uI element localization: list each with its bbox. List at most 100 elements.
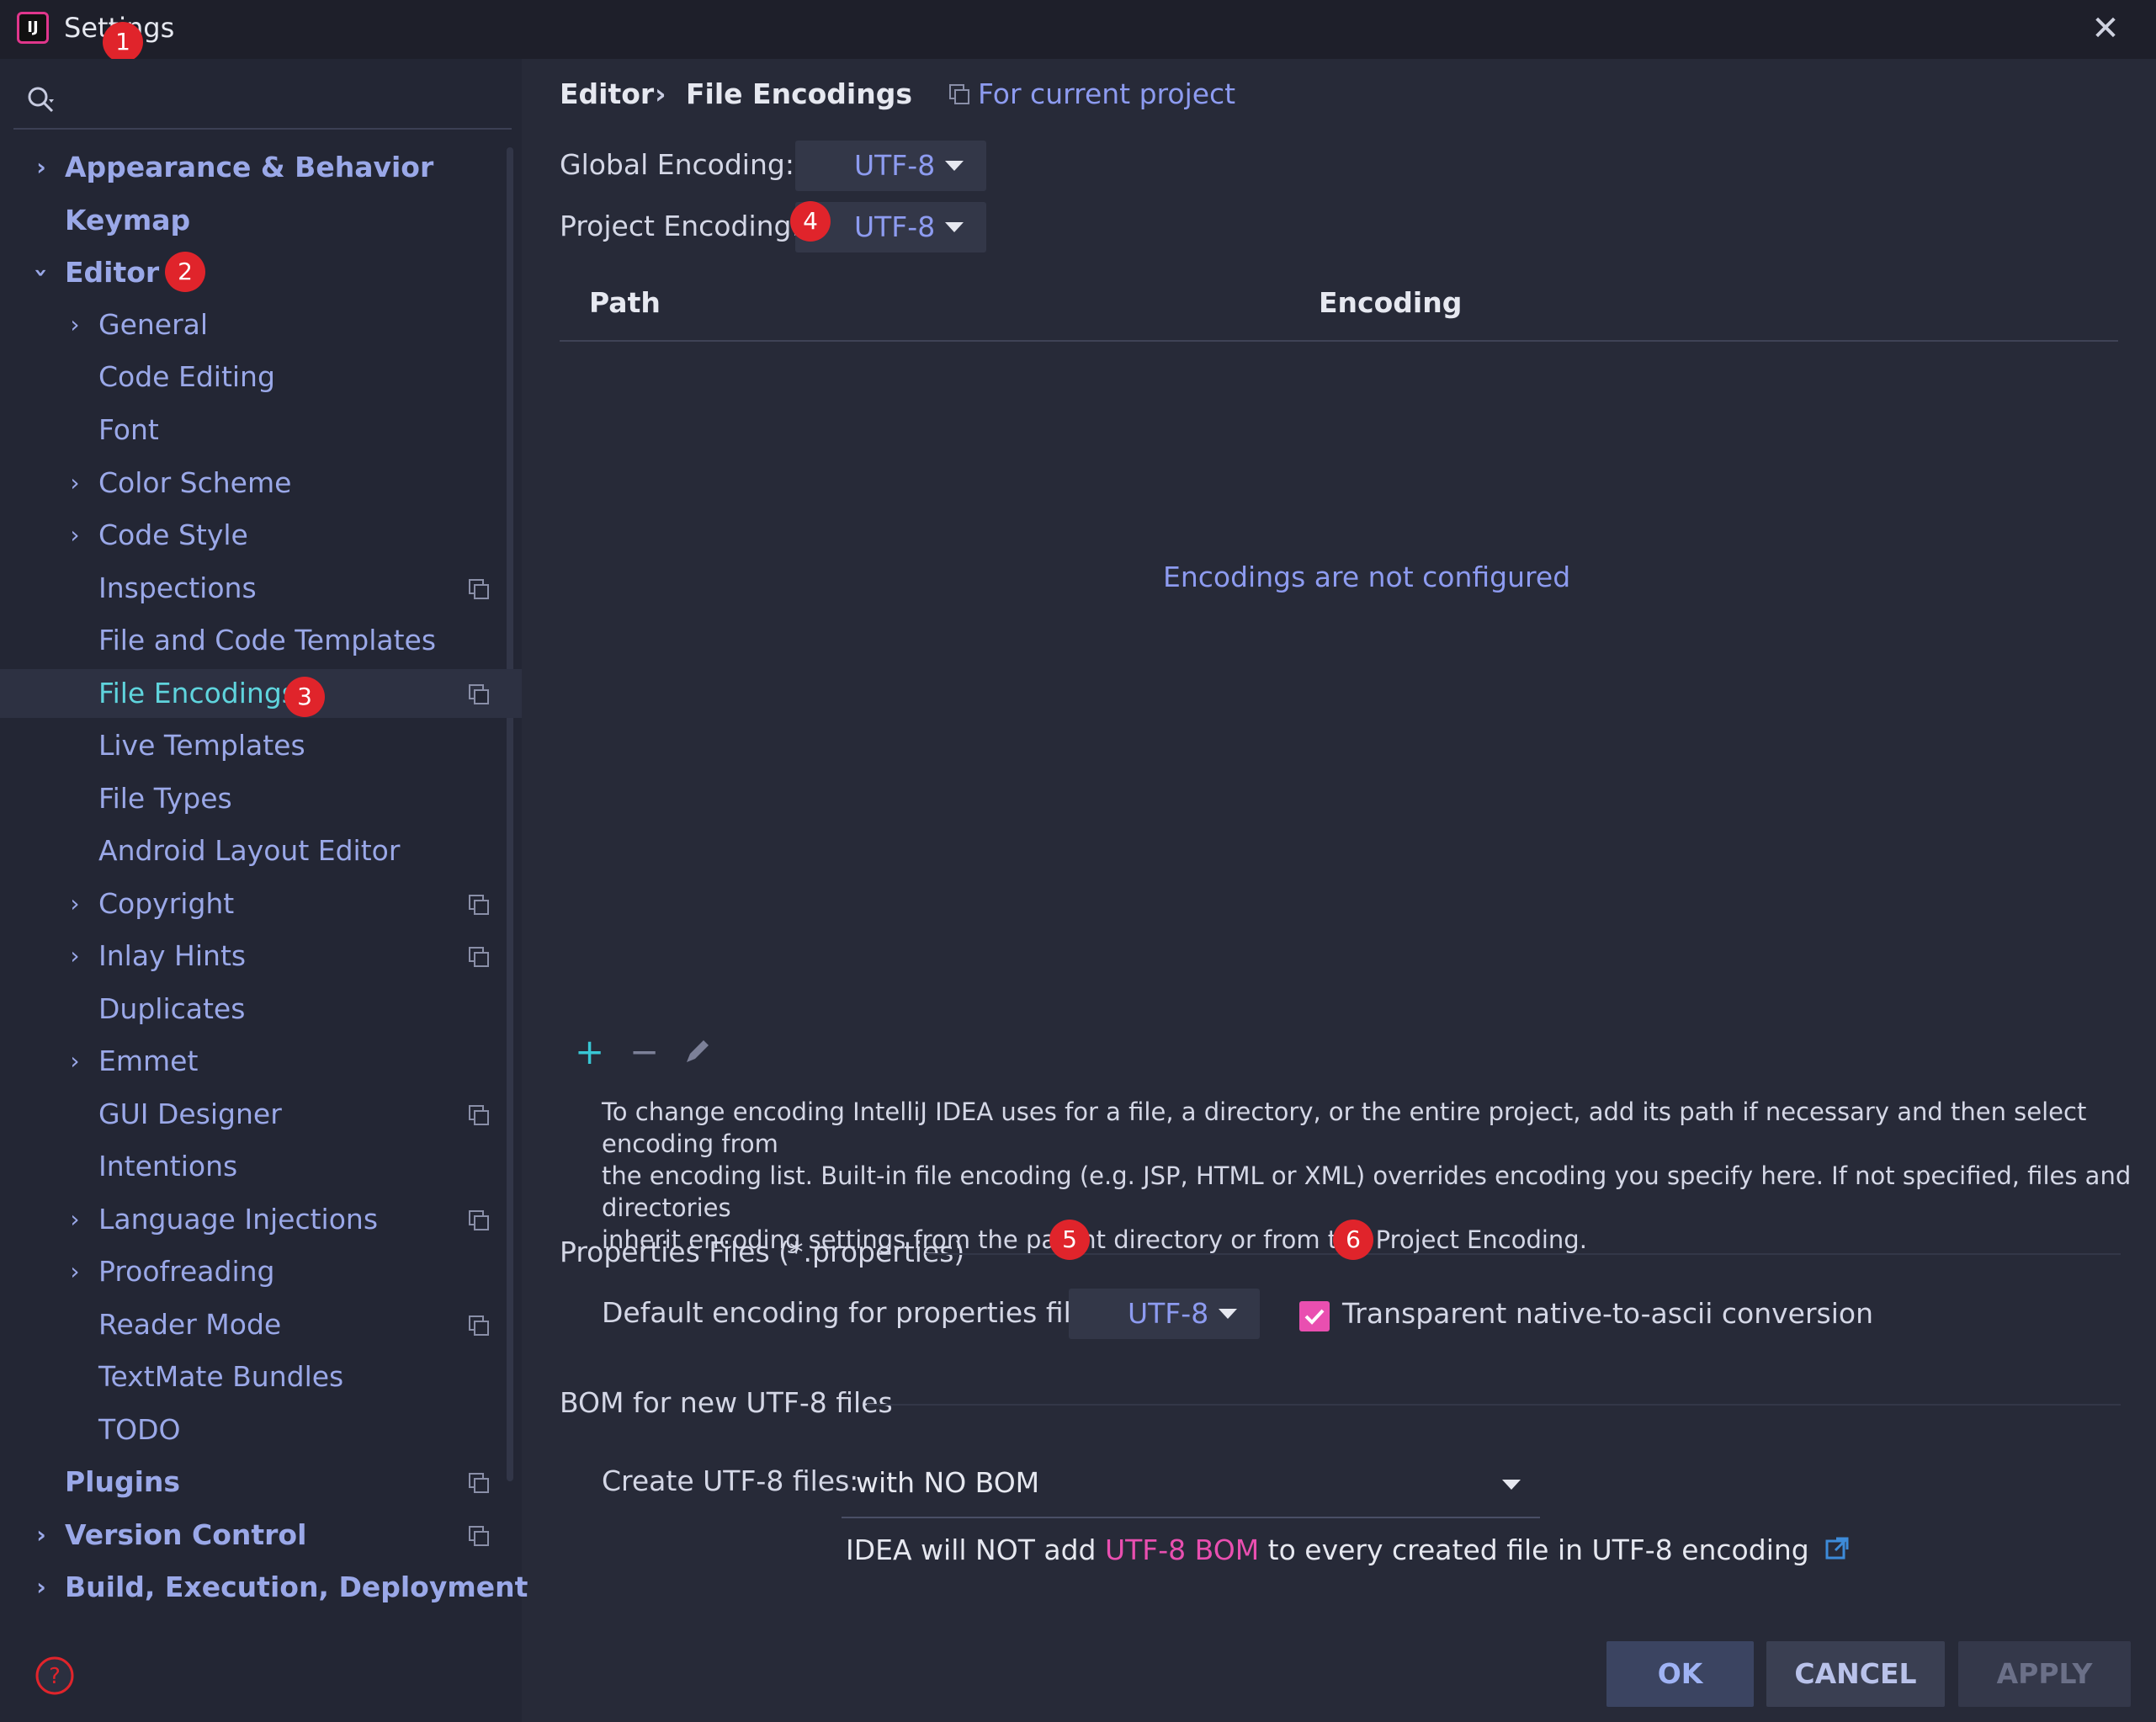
scope-label: For current project (978, 77, 1236, 110)
sidebar-item-inlay-hints[interactable]: › Inlay Hints (0, 932, 505, 981)
title-bar (0, 0, 2156, 59)
native-to-ascii-label[interactable]: Transparent native-to-ascii conversion (1342, 1297, 1873, 1330)
project-scope-icon (469, 947, 489, 967)
sidebar-item-build-execution-deployment[interactable]: › Build, Execution, Deployment (0, 1563, 528, 1612)
column-header-path[interactable]: Path (589, 286, 661, 319)
apply-button[interactable]: APPLY (1958, 1641, 2131, 1707)
sidebar-item-label: General (98, 308, 209, 341)
breadcrumb-separator: › (655, 77, 666, 110)
annotation-badge-1: 1 (103, 22, 143, 62)
sidebar-item-color-scheme[interactable]: › Color Scheme (0, 459, 505, 508)
sidebar-item-plugins[interactable]: Plugins (0, 1458, 505, 1507)
sidebar-item-label: GUI Designer (98, 1098, 282, 1130)
sidebar-item-keymap[interactable]: Keymap (0, 196, 505, 245)
sidebar-item-textmate-bundles[interactable]: TextMate Bundles (0, 1353, 505, 1401)
dropdown-arrow-icon (945, 161, 964, 171)
create-utf8-select[interactable]: with NO BOM (842, 1456, 1540, 1518)
sidebar-item-label: Font (98, 413, 159, 446)
chevron-right-icon: › (70, 1205, 80, 1233)
column-header-encoding[interactable]: Encoding (1319, 286, 1462, 319)
sidebar-item-file-code-templates[interactable]: File and Code Templates (0, 616, 505, 665)
sidebar-item-label: File Types (98, 782, 232, 815)
sidebar-item-reader-mode[interactable]: Reader Mode (0, 1300, 505, 1349)
dropdown-arrow-icon (1502, 1480, 1521, 1490)
sidebar-item-label: Language Injections (98, 1203, 379, 1236)
breadcrumb-parent[interactable]: Editor (560, 77, 654, 110)
annotation-badge-6: 6 (1333, 1220, 1373, 1260)
sidebar-item-live-templates[interactable]: Live Templates (0, 721, 505, 770)
global-encoding-value: UTF-8 (854, 149, 936, 182)
sidebar-item-version-control[interactable]: › Version Control (0, 1511, 505, 1560)
sidebar-item-label: Android Layout Editor (98, 834, 401, 867)
bom-note-prefix: IDEA will NOT add (846, 1533, 1105, 1566)
sidebar-item-todo[interactable]: TODO (0, 1406, 505, 1454)
sidebar-item-file-types[interactable]: File Types (0, 774, 505, 823)
sidebar-item-label: Duplicates (98, 992, 246, 1025)
sidebar-item-label: File and Code Templates (98, 624, 437, 656)
chevron-down-icon: › (28, 268, 56, 278)
global-encoding-select[interactable]: UTF-8 (795, 141, 986, 191)
checkmark-icon (1304, 1309, 1325, 1325)
encodings-table[interactable] (560, 342, 2118, 1015)
breadcrumb-current: File Encodings (686, 77, 912, 110)
help-icon[interactable]: ? (34, 1655, 76, 1697)
sidebar-item-duplicates[interactable]: Duplicates (0, 985, 505, 1034)
properties-encoding-select[interactable]: UTF-8 (1069, 1289, 1260, 1339)
sidebar-item-label: Color Scheme (98, 466, 292, 499)
sidebar-item-font[interactable]: Font (0, 406, 505, 454)
sidebar-item-label: File Encodings (98, 677, 296, 710)
search-field-underline (13, 128, 512, 130)
sidebar-item-general[interactable]: › General (0, 300, 505, 349)
chevron-right-icon: › (70, 942, 80, 970)
bom-note: IDEA will NOT add UTF-8 BOM to every cre… (846, 1533, 1850, 1566)
sidebar-item-label: Version Control (65, 1518, 307, 1551)
sidebar-item-intentions[interactable]: Intentions (0, 1142, 505, 1191)
create-utf8-value: with NO BOM (856, 1466, 1040, 1499)
sidebar-item-label: Copyright (98, 887, 235, 920)
section-divider (867, 1404, 2121, 1406)
sidebar-item-gui-designer[interactable]: GUI Designer (0, 1090, 505, 1139)
create-utf8-label: Create UTF-8 files: (602, 1464, 859, 1497)
sidebar-item-label: Editor (65, 256, 160, 289)
sidebar-item-android-layout-editor[interactable]: Android Layout Editor (0, 826, 505, 875)
project-scope-icon (469, 684, 489, 704)
bom-note-link[interactable]: UTF-8 BOM (1105, 1533, 1259, 1566)
external-link-icon[interactable] (1824, 1536, 1850, 1561)
sidebar-item-code-editing[interactable]: Code Editing (0, 353, 505, 401)
sidebar-item-language-injections[interactable]: › Language Injections (0, 1195, 505, 1244)
project-scope-icon (469, 579, 489, 599)
chevron-right-icon: › (70, 1257, 80, 1285)
project-scope-icon (469, 895, 489, 915)
project-scope-icon (469, 1315, 489, 1336)
sidebar-item-appearance-behavior[interactable]: › Appearance & Behavior (0, 143, 505, 192)
ok-button[interactable]: OK (1606, 1641, 1754, 1707)
native-to-ascii-checkbox[interactable] (1299, 1301, 1330, 1331)
sidebar-item-proofreading[interactable]: › Proofreading (0, 1247, 505, 1296)
search-icon[interactable] (25, 84, 59, 118)
help-line-1: To change encoding IntelliJ IDEA uses fo… (602, 1098, 2087, 1158)
close-icon[interactable]: ✕ (2087, 10, 2124, 47)
sidebar-item-inspections[interactable]: Inspections (0, 564, 505, 613)
help-line-2: the encoding list. Built-in file encodin… (602, 1161, 2132, 1222)
sidebar-item-label: Reader Mode (98, 1308, 282, 1341)
sidebar-item-emmet[interactable]: › Emmet (0, 1037, 505, 1086)
cancel-button[interactable]: CANCEL (1766, 1641, 1945, 1707)
add-icon[interactable]: + (575, 1032, 604, 1072)
sidebar-item-label: Code Style (98, 518, 248, 551)
svg-text:?: ? (49, 1664, 61, 1689)
remove-icon[interactable]: − (629, 1032, 659, 1072)
sidebar-item-editor[interactable]: › Editor (0, 248, 505, 297)
section-divider (926, 1253, 2121, 1255)
sidebar-scrollbar[interactable] (507, 147, 513, 1481)
sidebar-item-file-encodings[interactable]: File Encodings (0, 669, 522, 718)
project-scope-icon (469, 1210, 489, 1230)
sidebar-item-label: TextMate Bundles (98, 1360, 344, 1393)
edit-icon[interactable] (682, 1037, 712, 1067)
annotation-badge-3: 3 (284, 677, 325, 717)
intellij-icon: IJ (17, 12, 49, 44)
sidebar-item-copyright[interactable]: › Copyright (0, 880, 505, 928)
default-properties-encoding-label: Default encoding for properties files: (602, 1296, 1113, 1329)
sidebar-item-code-style[interactable]: › Code Style (0, 511, 505, 560)
chevron-right-icon: › (36, 153, 46, 181)
project-scope-icon (469, 1526, 489, 1546)
